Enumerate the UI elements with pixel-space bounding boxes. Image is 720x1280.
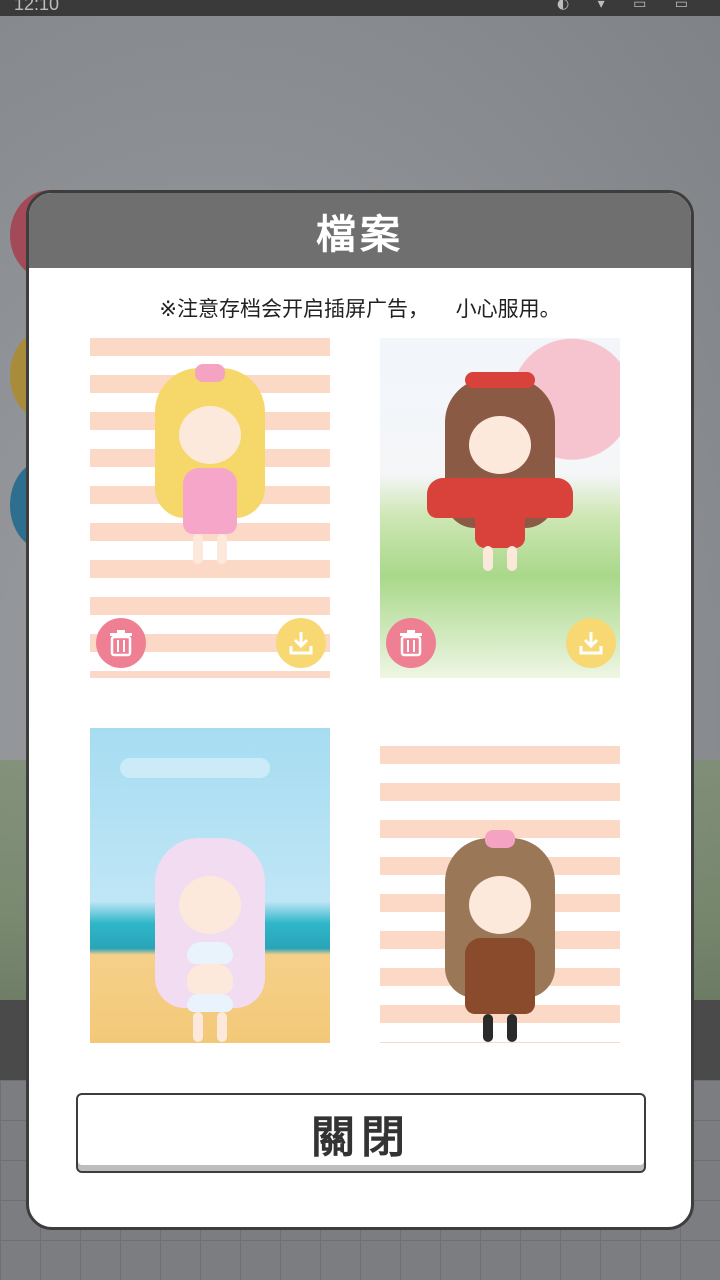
trash-icon	[400, 630, 422, 657]
save-slot-3[interactable]	[90, 728, 330, 1043]
dialog-header: 檔案	[29, 193, 691, 268]
dialog-title: 檔案	[316, 211, 404, 258]
close-button[interactable]: 關閉	[76, 1093, 646, 1173]
load-save-button[interactable]	[276, 618, 326, 668]
trash-icon	[110, 630, 132, 657]
delete-save-button[interactable]	[386, 618, 436, 668]
status-icons: ◐ ▾ ▭ ▭	[556, 0, 700, 12]
save-slot-4[interactable]	[380, 728, 620, 1043]
status-time: 12:10	[14, 0, 60, 14]
character-thumbnail	[427, 372, 573, 573]
download-icon	[289, 632, 313, 655]
status-bar: 12:10 ◐ ▾ ▭ ▭	[0, 0, 720, 16]
load-save-button[interactable]	[566, 618, 616, 668]
character-thumbnail	[155, 364, 265, 568]
ad-notice: ※注意存档会开启插屏广告， 小心服用。	[159, 297, 561, 321]
save-slot-2[interactable]	[380, 338, 620, 678]
character-thumbnail	[445, 830, 555, 1043]
delete-save-button[interactable]	[96, 618, 146, 668]
save-slot-1[interactable]	[90, 338, 330, 678]
character-thumbnail	[155, 838, 265, 1043]
download-icon	[579, 632, 603, 655]
save-files-dialog: 檔案 ※注意存档会开启插屏广告， 小心服用。 關閉	[26, 190, 694, 1230]
